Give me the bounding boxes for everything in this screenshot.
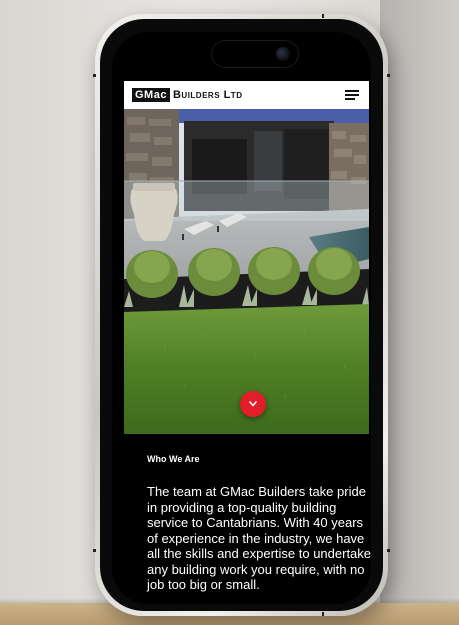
antenna-band: [93, 549, 96, 552]
phone-screen: GMac Builders Ltd Who We Are The team at…: [112, 32, 371, 604]
dynamic-island: [212, 41, 298, 67]
section-heading: Who We Are: [147, 454, 200, 464]
antenna-band: [387, 549, 390, 552]
logo-text: Builders Ltd: [172, 89, 243, 101]
phone-frame: GMac Builders Ltd Who We Are The team at…: [93, 14, 390, 616]
about-section: Who We Are The team at GMac Builders tak…: [124, 434, 371, 604]
phone-bezel: GMac Builders Ltd Who We Are The team at…: [100, 19, 383, 611]
site-navbar: GMac Builders Ltd: [124, 81, 369, 109]
hero-image: [124, 109, 369, 434]
antenna-band: [93, 74, 96, 77]
antenna-band: [322, 14, 324, 18]
site-logo[interactable]: GMac Builders Ltd: [132, 88, 242, 102]
wall-shadow: [380, 0, 459, 625]
antenna-band: [322, 612, 324, 616]
antenna-band: [387, 74, 390, 77]
section-body: The team at GMac Builders take pride in …: [147, 484, 371, 592]
hamburger-menu-icon[interactable]: [345, 89, 359, 101]
camera-icon: [276, 47, 290, 61]
chevron-down-icon: [249, 401, 257, 407]
hero-photo: [124, 109, 369, 434]
scroll-down-button[interactable]: [240, 391, 266, 417]
logo-mark: GMac: [132, 88, 170, 102]
